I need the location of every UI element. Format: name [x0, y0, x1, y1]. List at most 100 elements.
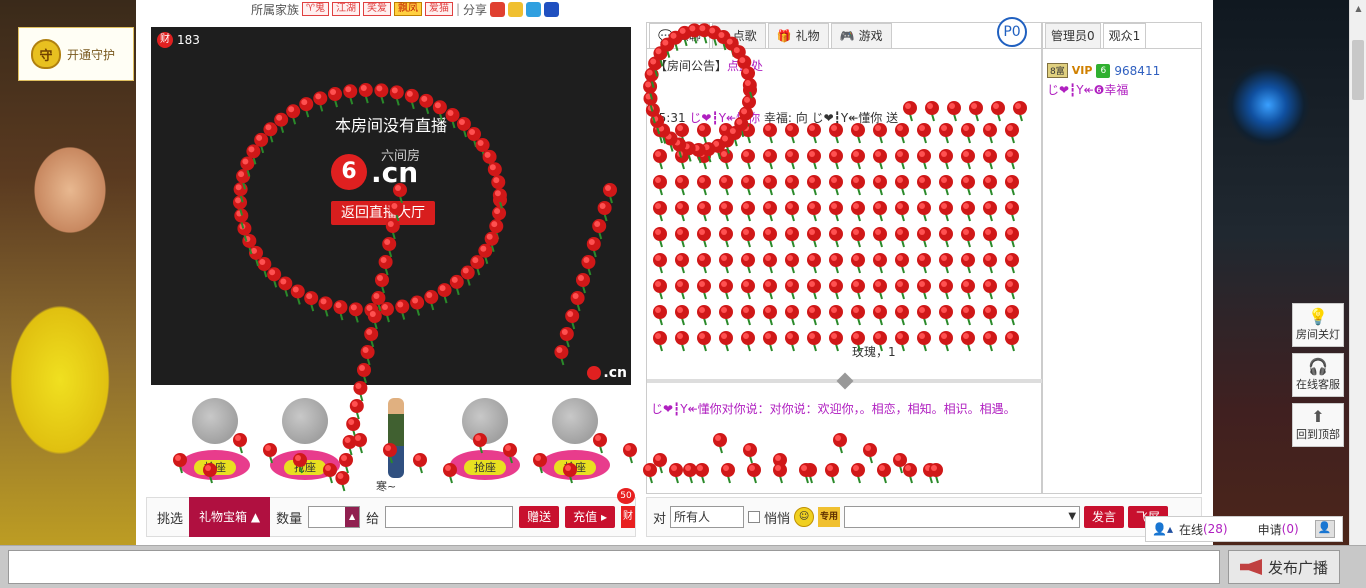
- weibo-share-icon[interactable]: [490, 1, 506, 17]
- customer-service-label: 在线客服: [1296, 378, 1340, 391]
- recipient-label: 给: [366, 511, 380, 527]
- corner-logo-icon: [587, 366, 602, 380]
- divider-handle-icon[interactable]: [836, 372, 854, 390]
- send-message-button[interactable]: 发言: [1084, 506, 1125, 528]
- vip-badge: VIP: [1071, 64, 1093, 77]
- pick-label: 挑选: [157, 511, 184, 527]
- seat[interactable]: 抢座: [536, 398, 616, 493]
- back-to-top-button[interactable]: ⬆ 回到顶部: [1292, 403, 1344, 447]
- lights-off-label: 房间关灯: [1296, 328, 1340, 341]
- wealth-button[interactable]: 50 财: [616, 488, 635, 528]
- user-icon[interactable]: 👤▴: [1152, 522, 1173, 536]
- logo-subtitle: 六间房: [381, 149, 421, 164]
- message-input[interactable]: ▼: [844, 506, 1081, 528]
- chat-text: 幸福: 向 じ❤┇Y↞懂你 送: [763, 111, 899, 125]
- gift-box-label: 礼物宝箱: [199, 510, 248, 524]
- chat-time: 05:31: [651, 111, 686, 125]
- qzone-share-icon[interactable]: [508, 1, 524, 17]
- return-lobby-button[interactable]: 返回直播大厅: [331, 201, 435, 225]
- chevron-down-icon[interactable]: ▼: [1068, 511, 1076, 522]
- wealth-badge-icon: 财: [157, 32, 173, 48]
- family-info: 所属家族 ♈鬼 江湖 笑爱 飘凤 爱猫 | 分享: [251, 0, 560, 18]
- lights-off-button[interactable]: 💡 房间关灯: [1292, 303, 1344, 347]
- share-label: 分享: [463, 2, 488, 17]
- family-tag[interactable]: 江湖: [331, 2, 360, 16]
- video-player[interactable]: 财 183 本房间没有直播 6 .cn 六间房 返回直播大厅 .cn: [151, 27, 631, 385]
- chat-divider[interactable]: [647, 372, 1043, 390]
- back-to-top-label: 回到顶部: [1296, 428, 1340, 441]
- family-tag[interactable]: 笑爱: [362, 2, 391, 16]
- gift-message: 玫瑰，1: [852, 345, 896, 359]
- grab-seat-button[interactable]: 抢座: [284, 460, 326, 475]
- page-scrollbar[interactable]: ▲ ▼: [1349, 0, 1366, 588]
- broadcast-button[interactable]: 发布广播: [1228, 550, 1340, 584]
- quantity-input[interactable]: ▲: [308, 506, 361, 528]
- user-id: 968411: [1114, 63, 1161, 78]
- gift-bar: 挑选 礼物宝箱 ▲ 数量 ▲ 给 赠送 充值 ▸ 50 财: [146, 488, 636, 537]
- quantity-label: 数量: [276, 511, 303, 527]
- notice-link[interactable]: 点此处: [727, 59, 763, 73]
- baidu-share-icon[interactable]: [544, 1, 560, 17]
- seat[interactable]: 抢座: [446, 398, 526, 493]
- family-tag[interactable]: ♈鬼: [302, 2, 329, 16]
- tab-admins[interactable]: 管理员0: [1045, 23, 1101, 48]
- p-level-badge[interactable]: P0: [997, 17, 1027, 47]
- emoji-icon[interactable]: ☺: [794, 507, 815, 527]
- qq-share-icon[interactable]: [526, 1, 542, 17]
- grab-seat-button[interactable]: 抢座: [554, 460, 596, 475]
- seat[interactable]: 抢座: [266, 398, 346, 493]
- gift-icon: 🎁: [776, 28, 792, 43]
- tab-games[interactable]: 🎮 游戏: [830, 23, 892, 48]
- online-status-bar: 👤▴ 在线 (28) 申请 (0) 👤: [1145, 516, 1343, 542]
- tab-audience[interactable]: 观众1: [1102, 23, 1147, 48]
- apply-count: (0): [1281, 522, 1299, 536]
- broadcast-bar: 发布广播: [0, 545, 1366, 588]
- open-guard-button[interactable]: 守 开通守护: [18, 27, 134, 81]
- tab-label: 点歌: [732, 28, 757, 43]
- user-panel: 管理员0 观众1 8富 VIP 6 968411 じ❤┇Y↞❻幸福: [1042, 22, 1202, 494]
- recharge-button[interactable]: 充值 ▸: [565, 506, 615, 528]
- broadcast-label: 发布广播: [1267, 558, 1328, 577]
- singer-background-image: [0, 0, 136, 588]
- special-emoji-icon[interactable]: 专用: [818, 507, 841, 527]
- family-tag[interactable]: 飘凤: [393, 2, 422, 16]
- apply-label[interactable]: 申请: [1258, 521, 1282, 538]
- seat-row: 抢座 抢座 寒~ 抢座 抢座: [166, 398, 626, 493]
- chat-target-input[interactable]: 所有人: [670, 506, 745, 528]
- customer-service-button[interactable]: 🎧 在线客服: [1292, 353, 1344, 397]
- wealth-char: 财: [622, 511, 633, 522]
- seat[interactable]: 抢座: [176, 398, 256, 493]
- seat-avatar: [462, 398, 508, 444]
- whisper-label: 悄悄: [764, 511, 791, 527]
- seat-avatar: [552, 398, 598, 444]
- quantity-dropdown-icon[interactable]: ▲: [345, 507, 360, 527]
- corner-logo: .cn: [587, 365, 627, 381]
- add-user-icon[interactable]: 👤: [1314, 520, 1335, 538]
- user-name[interactable]: じ❤┇Y↞❻幸福: [1047, 81, 1128, 98]
- grab-seat-button[interactable]: 抢座: [194, 460, 236, 475]
- family-tag[interactable]: 爱猫: [424, 2, 453, 16]
- tab-gifts[interactable]: 🎁 礼物: [767, 23, 829, 48]
- recipient-input[interactable]: [385, 506, 514, 528]
- tab-label: 礼物: [795, 28, 820, 43]
- chat-panel: 💬 公聊 ♪ 点歌 🎁 礼物 🎮 游戏 P0 【房间公告】点此处 05:31 じ❤┇Y↞…: [646, 17, 1043, 494]
- room-main: 所属家族 ♈鬼 江湖 笑爱 飘凤 爱猫 | 分享 财 183 本房间没有直播 6…: [136, 0, 1213, 545]
- wealth-rank-badge: 8富: [1047, 63, 1068, 78]
- whisper-checkbox[interactable]: [748, 511, 761, 523]
- user-list-item[interactable]: 8富 VIP 6 968411: [1047, 63, 1160, 78]
- seat-occupied[interactable]: 寒~: [356, 398, 436, 493]
- give-gift-button[interactable]: 赠送: [519, 506, 560, 528]
- chat-username[interactable]: じ❤┇Y↞懂你: [689, 111, 760, 125]
- gift-box-button[interactable]: 礼物宝箱 ▲: [189, 497, 271, 537]
- to-label: 对: [653, 511, 667, 527]
- scroll-up-icon[interactable]: ▲: [1350, 0, 1366, 17]
- corner-logo-text: .cn: [603, 365, 627, 381]
- tab-label: 公聊: [676, 28, 701, 43]
- scroll-thumb[interactable]: [1352, 40, 1364, 100]
- open-guard-label: 开通守护: [67, 47, 116, 62]
- grab-seat-button[interactable]: 抢座: [464, 460, 506, 475]
- broadcast-input[interactable]: [8, 550, 1220, 584]
- tab-public-chat[interactable]: 💬 公聊: [649, 23, 710, 48]
- tab-song-request[interactable]: ♪ 点歌: [711, 23, 766, 48]
- notice-prefix: 【房间公告】: [655, 59, 728, 73]
